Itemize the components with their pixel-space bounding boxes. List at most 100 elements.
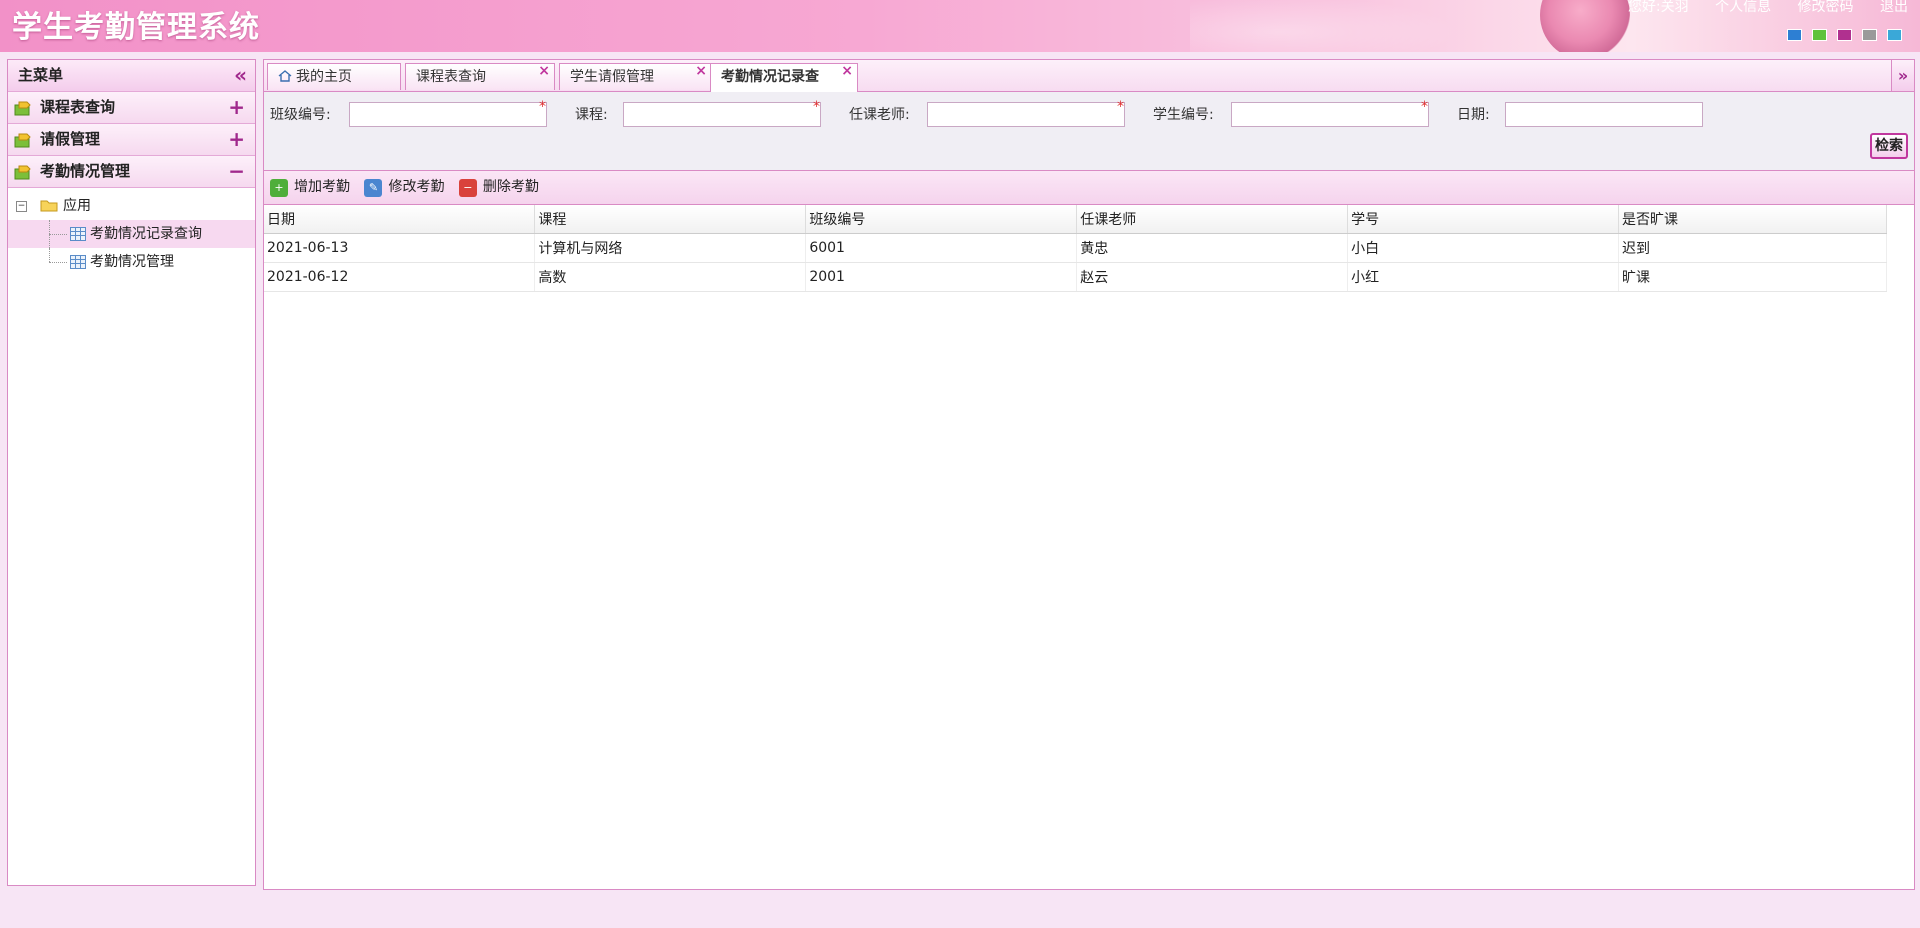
tree-item-attendance-query[interactable]: 考勤情况记录查询 bbox=[8, 220, 255, 248]
expand-icon[interactable]: + bbox=[228, 124, 245, 155]
search-panel: 班级编号: * 课程: * 任课老师: * 学生编号: * 日期: 检索 bbox=[264, 92, 1914, 171]
collapse-icon[interactable]: − bbox=[228, 156, 245, 187]
cell-teacher: 赵云 bbox=[1076, 262, 1349, 292]
close-tab-icon[interactable]: × bbox=[841, 58, 853, 85]
module-icon bbox=[14, 165, 31, 180]
app-header: 学生考勤管理系统 您好:关羽 个人信息 修改密码 退出 bbox=[0, 0, 1920, 52]
tab-attendance-records[interactable]: 考勤情况记录查 × bbox=[710, 63, 858, 92]
tab-home[interactable]: 我的主页 bbox=[267, 63, 401, 90]
column-header[interactable]: 是否旷课 bbox=[1618, 205, 1887, 234]
theme-gray[interactable] bbox=[1862, 29, 1877, 41]
cell-course: 计算机与网络 bbox=[534, 233, 807, 263]
accordion-attendance[interactable]: 考勤情况管理 − bbox=[8, 156, 255, 188]
table-row[interactable]: 2021-06-12 高数 2001 赵云 小红 旷课 bbox=[264, 262, 1887, 292]
tab-bar: 我的主页 课程表查询 × 学生请假管理 × 考勤情况记录查 × » bbox=[264, 60, 1914, 92]
tab-schedule[interactable]: 课程表查询 × bbox=[405, 63, 555, 90]
column-header[interactable]: 班级编号 bbox=[805, 205, 1078, 234]
tab-label: 考勤情况记录查 bbox=[721, 69, 819, 85]
attendance-table: 日期 课程 班级编号 任课老师 学号 是否旷课 2021-06-13 计算机与网… bbox=[264, 205, 1887, 292]
required-mark: * bbox=[1421, 99, 1428, 115]
module-icon bbox=[14, 133, 31, 148]
tree-collapse-icon[interactable]: − bbox=[16, 201, 27, 212]
toolbar: + 增加考勤 ✎ 修改考勤 − 删除考勤 bbox=[264, 171, 1914, 205]
cell-student: 小红 bbox=[1347, 262, 1620, 292]
profile-link[interactable]: 个人信息 bbox=[1715, 0, 1771, 15]
cell-absence: 旷课 bbox=[1618, 262, 1887, 292]
folder-icon bbox=[40, 200, 58, 212]
cell-teacher: 黄忠 bbox=[1076, 233, 1349, 263]
edit-icon: ✎ bbox=[364, 179, 383, 197]
accordion-schedule[interactable]: 课程表查询 + bbox=[8, 92, 255, 124]
home-icon bbox=[278, 70, 292, 82]
cell-date: 2021-06-13 bbox=[264, 233, 536, 263]
required-mark: * bbox=[539, 99, 546, 115]
course-label: 课程: bbox=[575, 107, 608, 123]
table-icon bbox=[70, 255, 86, 269]
delete-attendance-button[interactable]: − 删除考勤 bbox=[458, 171, 539, 204]
tree-root-label: 应用 bbox=[63, 198, 91, 214]
menu-tree: − 应用 考勤情况记录查询 考勤情况管理 bbox=[8, 188, 255, 276]
tab-list-dropdown-icon[interactable]: » bbox=[1891, 60, 1914, 91]
teacher-input[interactable] bbox=[927, 102, 1125, 127]
table-header-row: 日期 课程 班级编号 任课老师 学号 是否旷课 bbox=[264, 205, 1887, 234]
date-input[interactable] bbox=[1505, 102, 1703, 127]
close-tab-icon[interactable]: × bbox=[695, 58, 707, 85]
accordion-leave[interactable]: 请假管理 + bbox=[8, 124, 255, 156]
cell-student: 小白 bbox=[1347, 233, 1620, 263]
date-label: 日期: bbox=[1457, 107, 1490, 123]
tab-label: 学生请假管理 bbox=[570, 69, 654, 85]
required-mark: * bbox=[813, 99, 820, 115]
tree-item-attendance-manage[interactable]: 考勤情况管理 bbox=[8, 248, 255, 276]
accordion-label: 课程表查询 bbox=[40, 98, 116, 116]
course-input[interactable] bbox=[623, 102, 821, 127]
cell-course: 高数 bbox=[534, 262, 807, 292]
cell-class-id: 2001 bbox=[805, 262, 1078, 292]
table-icon bbox=[70, 227, 86, 241]
column-header[interactable]: 日期 bbox=[264, 205, 536, 234]
column-header[interactable]: 任课老师 bbox=[1076, 205, 1349, 234]
theme-pink[interactable] bbox=[1837, 29, 1852, 41]
tree-item-label: 考勤情况管理 bbox=[90, 254, 174, 270]
tab-label: 我的主页 bbox=[296, 69, 352, 85]
search-button[interactable]: 检索 bbox=[1870, 133, 1908, 159]
column-header[interactable]: 学号 bbox=[1347, 205, 1620, 234]
class-id-label: 班级编号: bbox=[270, 107, 331, 123]
class-id-input[interactable] bbox=[349, 102, 547, 127]
cell-absence: 迟到 bbox=[1618, 233, 1887, 263]
cell-date: 2021-06-12 bbox=[264, 262, 536, 292]
change-password-link[interactable]: 修改密码 bbox=[1798, 0, 1854, 15]
tree-item-label: 考勤情况记录查询 bbox=[90, 226, 202, 242]
expand-icon[interactable]: + bbox=[228, 92, 245, 123]
header-links: 您好:关羽 个人信息 修改密码 退出 bbox=[1606, 0, 1908, 16]
add-icon: + bbox=[270, 179, 288, 197]
theme-green[interactable] bbox=[1812, 29, 1827, 41]
close-tab-icon[interactable]: × bbox=[538, 58, 550, 85]
sidebar: 主菜单 « 课程表查询 + 请假管理 + 考勤情况管理 − − 应用 考勤情况记… bbox=[7, 59, 256, 886]
add-attendance-button[interactable]: + 增加考勤 bbox=[270, 171, 350, 204]
required-mark: * bbox=[1117, 99, 1124, 115]
sidebar-header: 主菜单 « bbox=[8, 60, 255, 92]
theme-switcher bbox=[1787, 29, 1902, 41]
sidebar-title: 主菜单 bbox=[18, 66, 64, 84]
delete-icon: − bbox=[458, 179, 477, 197]
accordion-label: 考勤情况管理 bbox=[40, 162, 131, 180]
student-id-label: 学生编号: bbox=[1153, 107, 1214, 123]
greeting-user[interactable]: 您好:关羽 bbox=[1628, 0, 1689, 15]
teacher-label: 任课老师: bbox=[849, 107, 910, 123]
student-id-input[interactable] bbox=[1231, 102, 1429, 127]
logout-link[interactable]: 退出 bbox=[1880, 0, 1908, 15]
module-icon bbox=[14, 101, 31, 116]
tab-label: 课程表查询 bbox=[416, 69, 486, 85]
delete-label: 删除考勤 bbox=[482, 179, 539, 195]
header-decoration bbox=[1190, 0, 1490, 52]
tab-leave[interactable]: 学生请假管理 × bbox=[559, 63, 712, 90]
collapse-sidebar-icon[interactable]: « bbox=[234, 60, 247, 91]
accordion-label: 请假管理 bbox=[40, 130, 101, 148]
theme-cyan[interactable] bbox=[1887, 29, 1902, 41]
column-header[interactable]: 课程 bbox=[534, 205, 807, 234]
cell-class-id: 6001 bbox=[805, 233, 1078, 263]
tree-root[interactable]: − 应用 bbox=[8, 192, 255, 220]
table-row[interactable]: 2021-06-13 计算机与网络 6001 黄忠 小白 迟到 bbox=[264, 233, 1887, 263]
theme-blue[interactable] bbox=[1787, 29, 1802, 41]
edit-attendance-button[interactable]: ✎ 修改考勤 bbox=[364, 171, 444, 204]
